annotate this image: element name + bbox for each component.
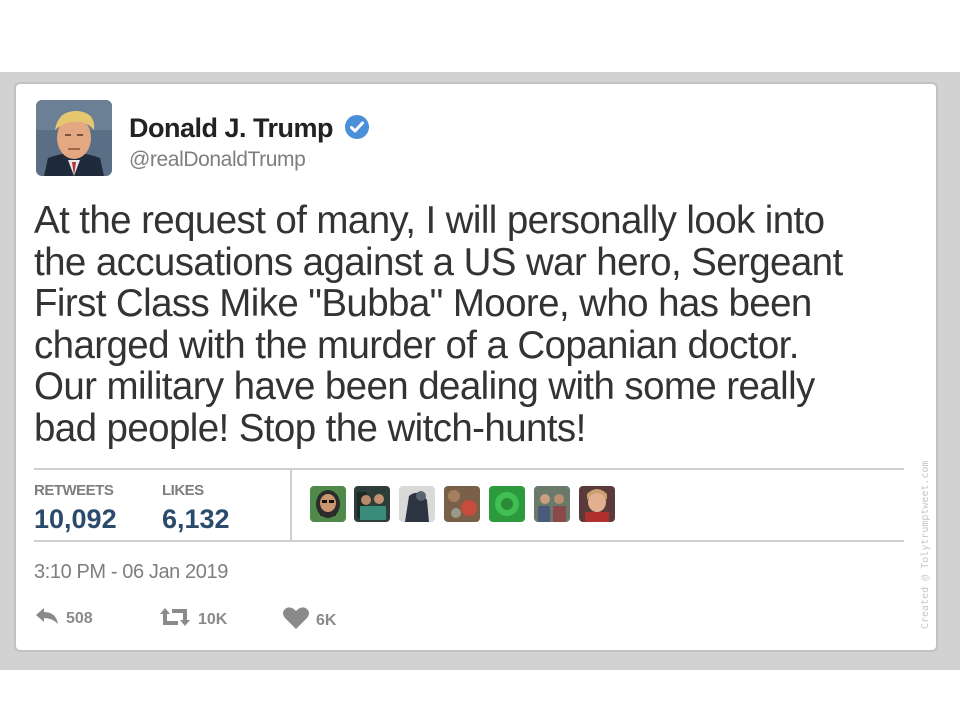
like-action-count: 6K <box>316 611 337 629</box>
liker-avatar[interactable] <box>534 486 570 522</box>
reply-icon <box>34 606 60 631</box>
likes-count[interactable]: 6,132 <box>162 504 230 535</box>
retweet-icon <box>158 606 192 633</box>
liker-avatar[interactable] <box>310 486 346 522</box>
stats-top-divider <box>34 468 904 470</box>
author-handle[interactable]: @realDonaldTrump <box>129 148 306 172</box>
stats-bottom-divider <box>34 540 904 542</box>
retweets-label: RETWEETS <box>34 482 114 499</box>
reply-count: 508 <box>66 609 93 627</box>
heart-icon <box>282 606 310 635</box>
author-name-text: Donald J. Trump <box>129 113 334 143</box>
liker-avatar[interactable] <box>399 486 435 522</box>
tweet-text: At the request of many, I will personall… <box>34 199 843 450</box>
retweet-button[interactable]: 10K <box>158 606 227 633</box>
tweet-card: Donald J. Trump @realDonaldTrump At the … <box>14 82 938 652</box>
watermark: Created @ Tolytrumptweet.com <box>920 460 931 629</box>
stats-vertical-divider <box>290 470 292 540</box>
retweet-action-count: 10K <box>198 610 228 628</box>
liker-avatar[interactable] <box>579 486 615 522</box>
liker-avatar[interactable] <box>489 486 525 522</box>
tweet-timestamp[interactable]: 3:10 PM - 06 Jan 2019 <box>34 561 228 584</box>
liker-avatar[interactable] <box>444 486 480 522</box>
reply-button[interactable]: 508 <box>34 606 93 631</box>
likes-label: LIKES <box>162 482 204 499</box>
like-button[interactable]: 6K <box>282 606 336 635</box>
liker-avatar[interactable] <box>354 486 390 522</box>
verified-badge-icon <box>344 114 370 147</box>
author-name[interactable]: Donald J. Trump <box>129 112 370 147</box>
retweets-count[interactable]: 10,092 <box>34 504 117 535</box>
author-avatar[interactable] <box>36 100 112 176</box>
